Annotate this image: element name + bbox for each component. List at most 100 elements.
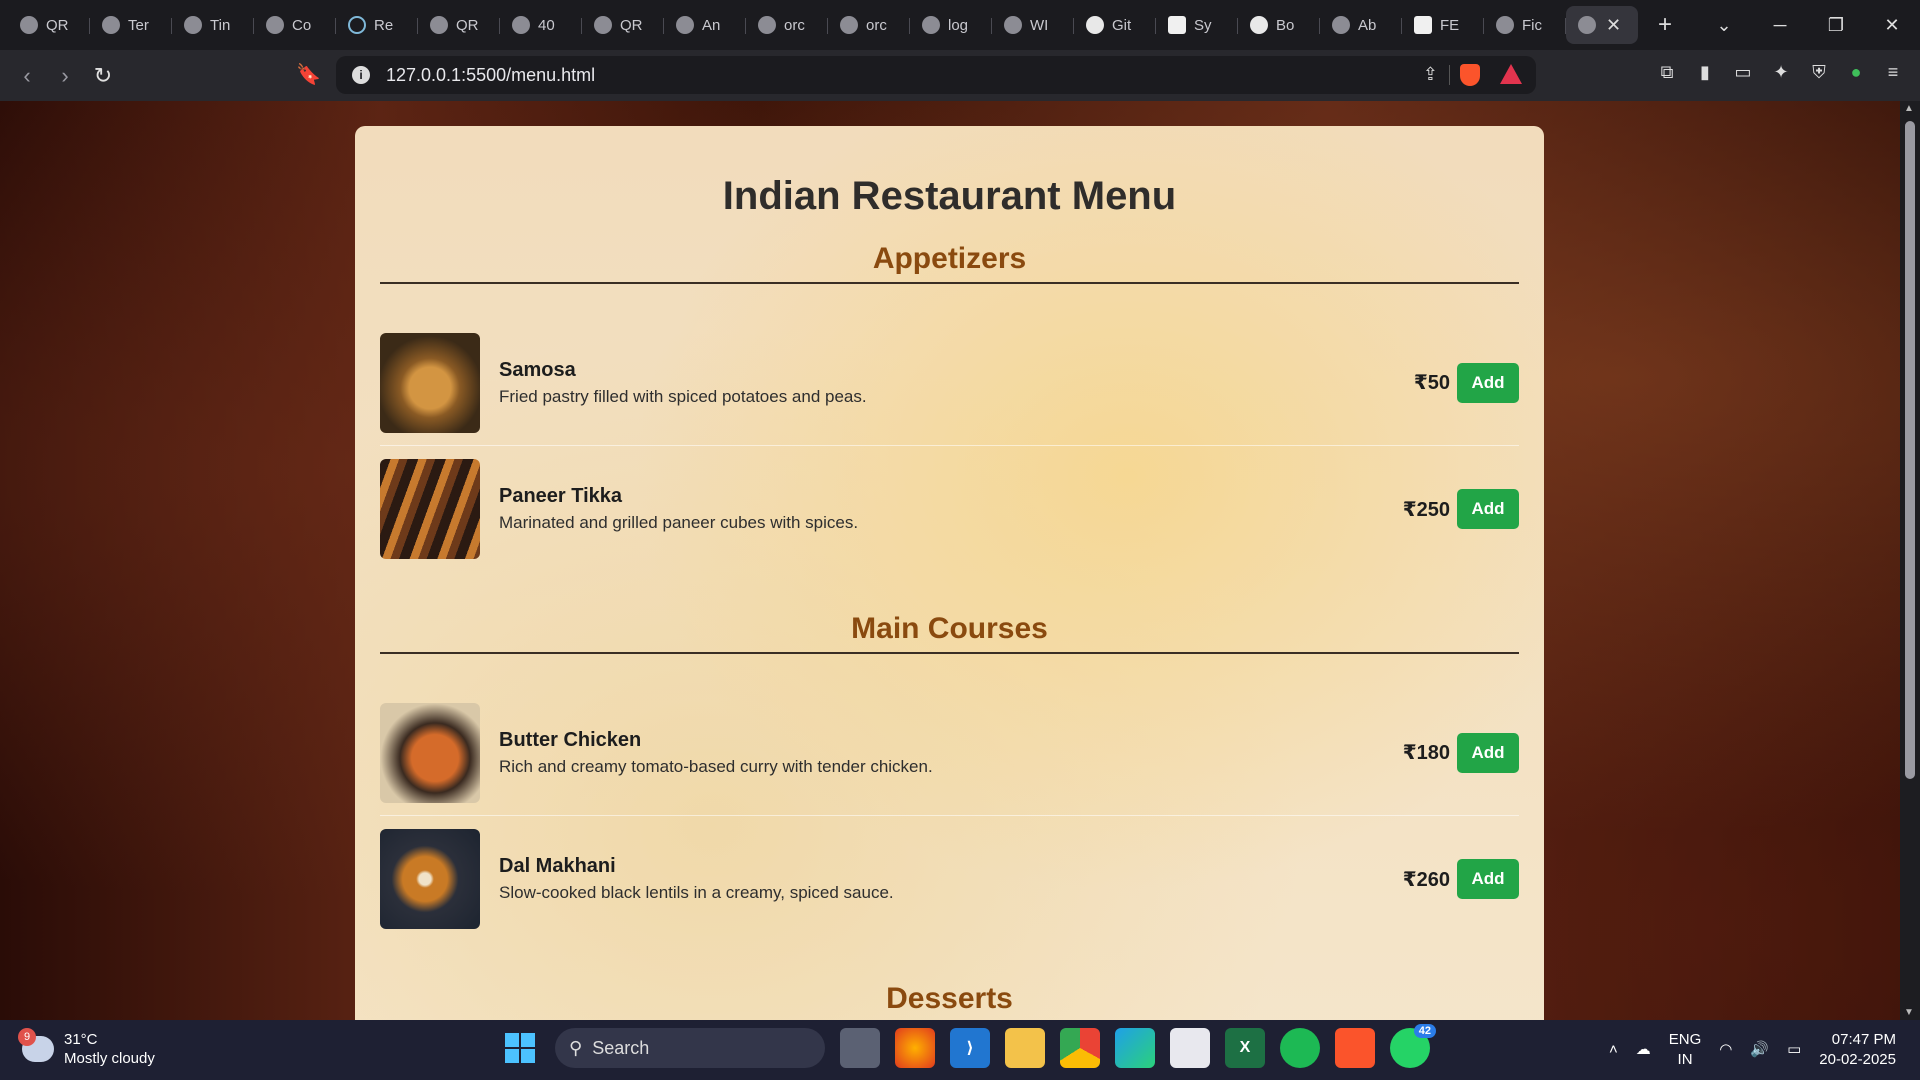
browser-tab[interactable]: An — [664, 6, 746, 44]
close-window-icon[interactable]: ✕ — [1864, 15, 1920, 36]
globe-icon — [512, 16, 530, 34]
vpn-icon[interactable]: ⛨ — [1808, 62, 1830, 84]
browser-tab[interactable]: QR — [418, 6, 500, 44]
section-heading: Desserts — [380, 982, 1519, 1020]
language-indicator[interactable]: ENG IN — [1669, 1030, 1702, 1070]
volume-icon[interactable]: 🔊 — [1750, 1040, 1769, 1060]
github-icon — [1086, 16, 1104, 34]
browser-tab[interactable]: FE — [1402, 6, 1484, 44]
back-icon[interactable]: ‹ — [8, 63, 46, 89]
wallet-icon[interactable]: ▭ — [1732, 62, 1754, 84]
brave-rewards-icon[interactable] — [1500, 64, 1522, 84]
reload-icon[interactable]: ↻ — [84, 63, 122, 89]
add-button[interactable]: Add — [1457, 732, 1519, 773]
address-bar[interactable]: i 127.0.0.1:5500/menu.html ⇪ — [336, 56, 1536, 94]
edge-icon[interactable] — [1115, 1028, 1155, 1068]
browser-tab[interactable]: log — [910, 6, 992, 44]
browser-tab[interactable]: Re — [336, 6, 418, 44]
chrome-icon[interactable] — [1060, 1028, 1100, 1068]
browser-tab[interactable]: QR — [8, 6, 90, 44]
tab-title: QR — [456, 16, 479, 34]
menu-icon[interactable]: ≡ — [1882, 62, 1904, 84]
tab-search-icon[interactable]: ⌄ — [1696, 15, 1752, 36]
battery-icon[interactable]: ▭ — [1787, 1040, 1801, 1060]
minimize-icon[interactable]: ─ — [1752, 15, 1808, 36]
windows-start-icon[interactable] — [505, 1033, 535, 1063]
url-text[interactable]: 127.0.0.1:5500/menu.html — [386, 65, 595, 86]
task-view-icon[interactable] — [840, 1028, 880, 1068]
add-button[interactable]: Add — [1457, 489, 1519, 529]
browser-tab[interactable]: orc — [746, 6, 828, 44]
section-heading: Main Courses — [380, 612, 1519, 654]
store-icon[interactable] — [1170, 1028, 1210, 1068]
browser-tab[interactable]: Sy — [1156, 6, 1238, 44]
chevron-up-icon[interactable]: ˄ — [1609, 1040, 1618, 1060]
weather-widget[interactable]: 9 31°C Mostly cloudy — [18, 1028, 155, 1068]
page-viewport: Indian Restaurant Menu Appetizers Samosa… — [0, 101, 1900, 1020]
scroll-down-icon[interactable]: ▼ — [1904, 1007, 1914, 1018]
close-tab-icon[interactable]: ✕ — [1606, 15, 1621, 36]
browser-tab[interactable]: 40 — [500, 6, 582, 44]
file-explorer-icon[interactable] — [1005, 1028, 1045, 1068]
excel-icon[interactable]: X — [1225, 1028, 1265, 1068]
browser-tab[interactable]: Co — [254, 6, 336, 44]
add-button[interactable]: Add — [1457, 859, 1519, 899]
tab-title: WI — [1030, 16, 1049, 34]
new-tab-button[interactable]: + — [1658, 11, 1672, 39]
leo-ai-icon[interactable]: ✦ — [1770, 62, 1792, 84]
search-icon: ⚲ — [569, 1037, 583, 1058]
onedrive-icon[interactable]: ☁ — [1636, 1040, 1651, 1060]
section-heading: Appetizers — [380, 242, 1519, 284]
bookmark-icon[interactable]: 🔖 — [296, 62, 321, 87]
spotify-icon[interactable] — [1280, 1028, 1320, 1068]
browser-tab[interactable]: WI — [992, 6, 1074, 44]
divider — [1449, 65, 1450, 85]
whatsapp-icon[interactable]: 42 — [1390, 1024, 1436, 1068]
add-button[interactable]: Add — [1457, 362, 1519, 403]
tab-title: Bo — [1276, 16, 1295, 34]
menu-item: Samosa Fried pastry filled with spiced p… — [380, 320, 1519, 446]
menu-list: Samosa Fried pastry filled with spiced p… — [380, 320, 1519, 572]
browser-tab[interactable]: Bo — [1238, 6, 1320, 44]
browser-tab[interactable]: Fic — [1484, 6, 1566, 44]
active-tab[interactable]: ✕ — [1566, 6, 1638, 44]
extensions-icon[interactable]: ⧉ — [1656, 62, 1678, 84]
taskbar-search[interactable]: ⚲ Search — [555, 1028, 825, 1068]
page-scrollbar[interactable]: ▲ ▼ — [1900, 101, 1920, 1020]
tab-title: QR — [620, 16, 643, 34]
site-info-icon[interactable]: i — [352, 66, 370, 84]
share-icon[interactable]: ⇪ — [1423, 64, 1438, 85]
sidebar-icon[interactable]: ▮ — [1694, 62, 1716, 84]
page-title: Indian Restaurant Menu — [722, 174, 1177, 218]
menu-container: Indian Restaurant Menu Appetizers Samosa… — [355, 126, 1544, 1020]
restore-icon[interactable]: ❐ — [1808, 15, 1864, 36]
tab-title: orc — [866, 16, 887, 34]
globe-icon — [758, 16, 776, 34]
tab-list: QR Ter Tin Co Re QR 40 QR An orc orc log… — [0, 0, 1672, 50]
tab-title: 40 — [538, 16, 555, 34]
browser-tab[interactable]: Tin — [172, 6, 254, 44]
browser-tab[interactable]: Ab — [1320, 6, 1402, 44]
firefox-icon[interactable] — [895, 1028, 935, 1068]
browser-tab[interactable]: Git — [1074, 6, 1156, 44]
item-info: Butter Chicken Rich and creamy tomato-ba… — [499, 729, 1403, 777]
vscode-icon[interactable]: ⟩ — [950, 1028, 990, 1068]
browser-tab[interactable]: Ter — [90, 6, 172, 44]
clock[interactable]: 07:47 PM 20-02-2025 — [1819, 1030, 1896, 1070]
profile-icon[interactable]: ● — [1845, 62, 1867, 84]
globe-icon — [102, 16, 120, 34]
paneer-tikka-image — [380, 459, 480, 559]
brave-shields-icon[interactable] — [1460, 64, 1480, 86]
taskbar: 9 31°C Mostly cloudy ⚲ Search ⟩ X 42 ˄ ☁… — [0, 1020, 1920, 1080]
forward-icon[interactable]: › — [46, 63, 84, 89]
scrollbar-thumb[interactable] — [1905, 121, 1915, 779]
wifi-icon[interactable]: ◠ — [1719, 1040, 1732, 1060]
taskbar-apps: ⚲ Search ⟩ X 42 — [500, 1024, 1436, 1068]
globe-icon — [20, 16, 38, 34]
browser-tab[interactable]: orc — [828, 6, 910, 44]
browser-tab[interactable]: QR — [582, 6, 664, 44]
scroll-up-icon[interactable]: ▲ — [1904, 103, 1914, 114]
notification-badge: 42 — [1413, 1024, 1436, 1038]
brave-icon[interactable] — [1335, 1028, 1375, 1068]
globe-icon — [184, 16, 202, 34]
